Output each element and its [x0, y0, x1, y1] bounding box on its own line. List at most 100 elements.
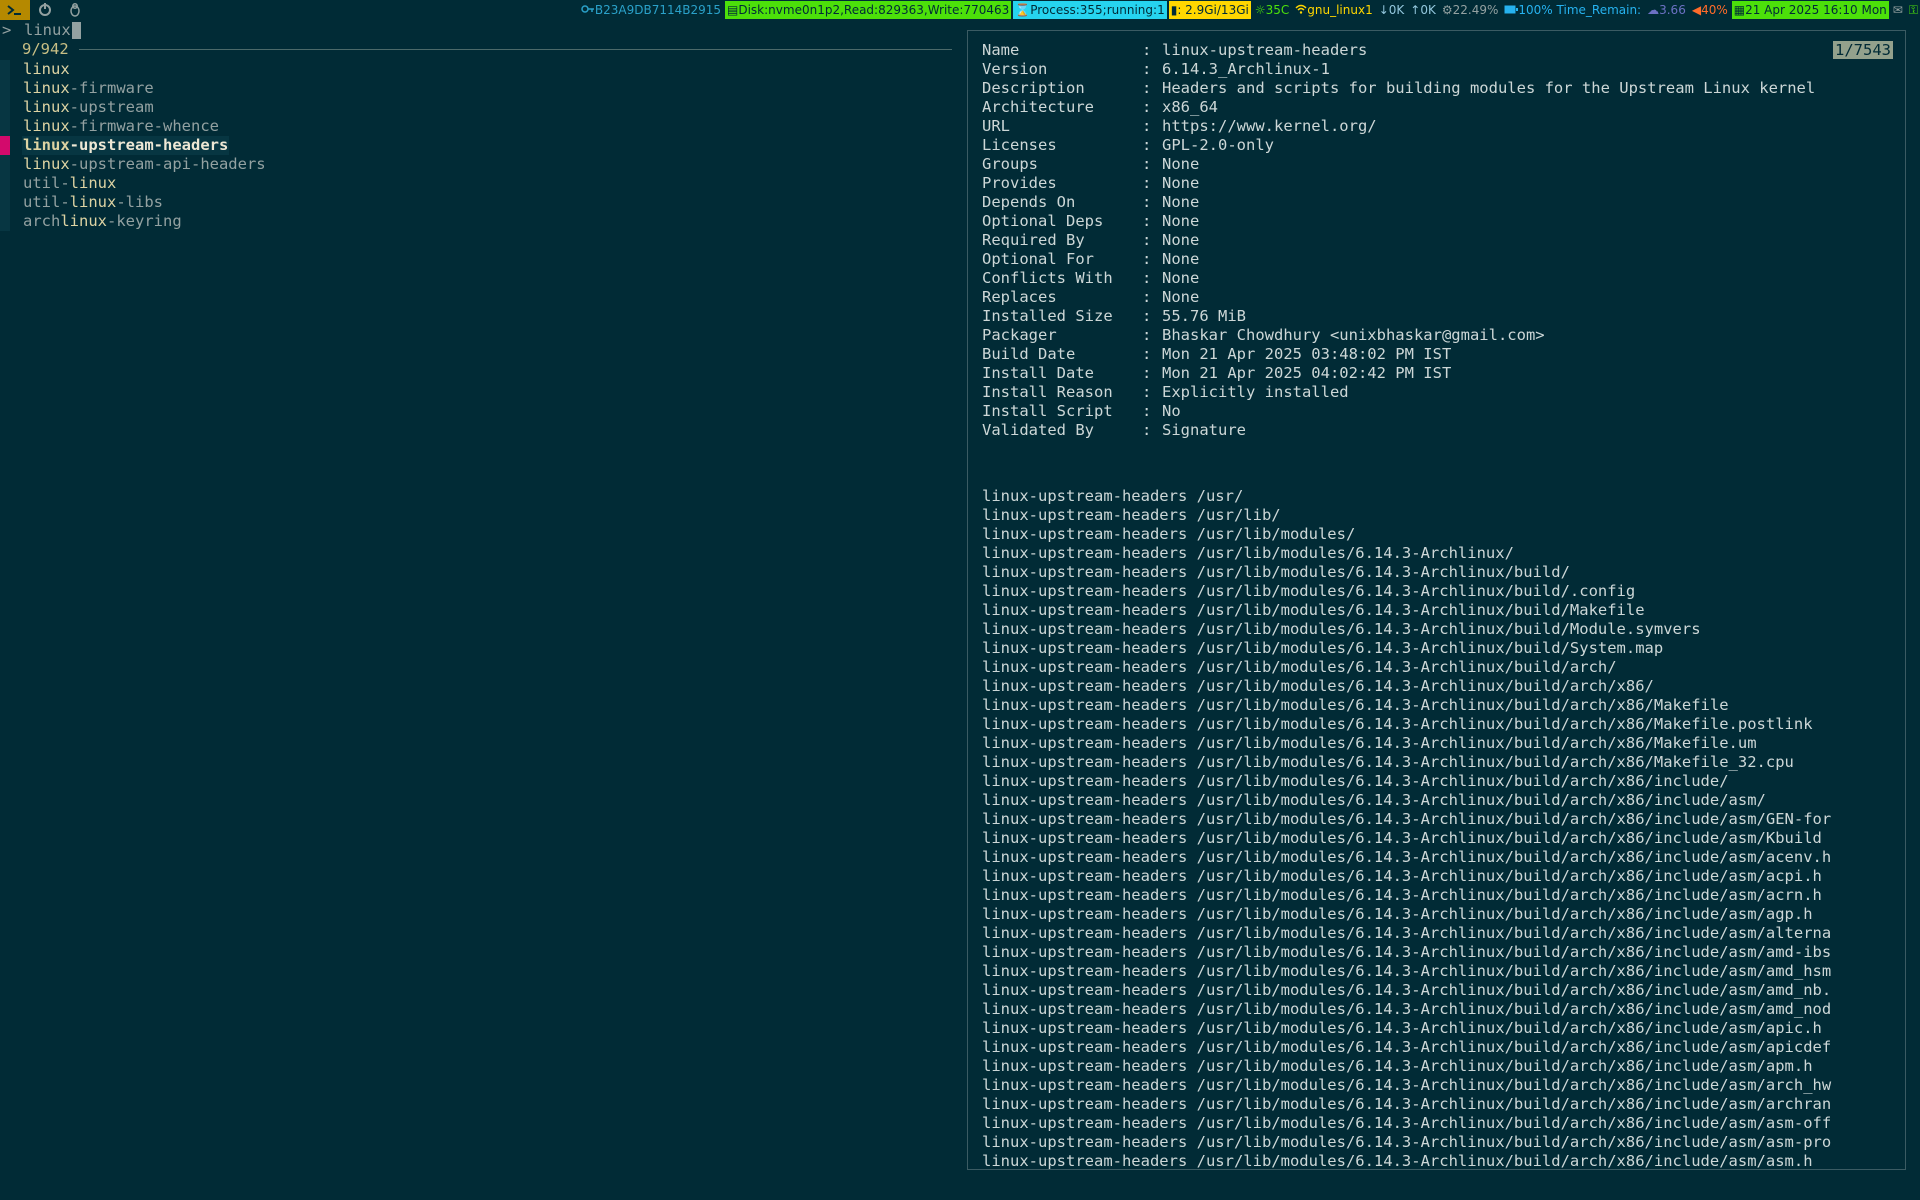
result-label: linux-firmware-whence [22, 117, 220, 136]
file-entry: linux-upstream-headers /usr/lib/modules/… [982, 772, 1729, 790]
info-row: Installed Size:55.76 MiB [982, 307, 1815, 326]
info-row: Install Date: Mon 21 Apr 2025 04:02:42 PM… [982, 364, 1815, 383]
result-suffix: -upstream-api-headers [69, 155, 266, 173]
process-icon: ⌛ [1015, 3, 1031, 17]
battery-icon [1504, 3, 1519, 17]
wifi-segment: gnu_linux1 [1293, 1, 1374, 19]
lock-icon[interactable]: ⚿ [1907, 1, 1920, 19]
result-item[interactable]: archlinux-keyring [0, 212, 267, 231]
calendar-icon: ▦ [1733, 3, 1746, 17]
result-gutter [0, 98, 10, 117]
info-value: linux-upstream-headers [1162, 41, 1368, 59]
search-prompt[interactable]: > linux [0, 21, 81, 40]
info-row: Optional Deps: None [982, 212, 1815, 231]
result-gutter [0, 155, 10, 174]
file-entry: linux-upstream-headers /usr/lib/modules/… [982, 1095, 1832, 1113]
result-match: linux [23, 60, 70, 78]
load-icon: ☁ [1647, 3, 1660, 17]
info-value: 55.76 MiB [1162, 307, 1246, 325]
result-suffix: -firmware-whence [69, 117, 219, 135]
result-label: linux-upstream-api-headers [22, 155, 267, 174]
file-entry: linux-upstream-headers /usr/lib/modules/ [982, 525, 1356, 543]
info-row: Packager: Bhaskar Chowdhury <unixbhaskar@… [982, 326, 1815, 345]
result-suffix: -firmware [69, 79, 154, 97]
result-item[interactable]: linux-upstream-headers [0, 136, 267, 155]
package-file-list: linux-upstream-headers /usr/linux-upstre… [982, 487, 1894, 1169]
info-key: Depends On [982, 193, 1076, 211]
result-match: linux [23, 79, 70, 97]
cpu-segment: ⚙ 22.49% [1440, 1, 1501, 19]
disk-text: Disk:nvme0n1p2,Read:829363,Write:770463 [738, 3, 1010, 17]
result-item[interactable]: util-linux-libs [0, 193, 267, 212]
info-value: Bhaskar Chowdhury <unixbhaskar@gmail.com… [1162, 326, 1545, 344]
file-entry: linux-upstream-headers /usr/ [982, 487, 1244, 505]
wifi-icon [1295, 3, 1307, 17]
file-entry: linux-upstream-headers /usr/lib/modules/… [982, 677, 1654, 695]
info-row: Optional For: None [982, 250, 1815, 269]
datetime-text: 21 Apr 2025 16:10 Mon [1745, 3, 1887, 17]
file-entry: linux-upstream-headers /usr/lib/modules/… [982, 1133, 1832, 1151]
result-item[interactable]: util-linux [0, 174, 267, 193]
info-separator: : [1142, 288, 1152, 306]
file-entry: linux-upstream-headers /usr/lib/modules/… [982, 639, 1664, 657]
info-row: URL: https://www.kernel.org/ [982, 117, 1815, 136]
file-entry: linux-upstream-headers /usr/lib/modules/… [982, 943, 1832, 961]
search-input[interactable]: linux [24, 21, 71, 40]
info-key: Installed Size [982, 307, 1113, 325]
load-segment: ☁ 3.66 [1645, 1, 1688, 19]
result-item[interactable]: linux-firmware [0, 79, 267, 98]
divider [78, 49, 952, 50]
info-separator: : [1142, 421, 1152, 439]
file-entry: linux-upstream-headers /usr/lib/modules/… [982, 1076, 1832, 1094]
result-item[interactable]: linux-firmware-whence [0, 117, 267, 136]
result-item[interactable]: linux [0, 60, 267, 79]
result-match: linux [60, 212, 107, 230]
info-separator: : [1142, 345, 1152, 363]
info-key: Optional Deps [982, 212, 1104, 230]
info-separator: : [1142, 79, 1152, 97]
info-key: URL [982, 117, 1010, 135]
wifi-ssid: gnu_linux1 [1307, 3, 1373, 17]
disk-icon: ▤ [727, 3, 739, 17]
text-cursor [71, 22, 81, 39]
file-entry: linux-upstream-headers /usr/lib/modules/… [982, 810, 1832, 828]
result-label: util-linux-libs [22, 193, 164, 212]
result-label: archlinux-keyring [22, 212, 183, 231]
info-separator: : [1142, 383, 1152, 401]
result-suffix: -keyring [107, 212, 182, 230]
file-entry: linux-upstream-headers /usr/lib/modules/… [982, 1000, 1832, 1018]
tux-icon[interactable] [60, 0, 90, 20]
info-separator: : [1142, 402, 1152, 420]
info-separator: : [1142, 98, 1152, 116]
result-item[interactable]: linux-upstream-api-headers [0, 155, 267, 174]
info-value: None [1162, 269, 1200, 287]
result-label: linux-upstream [22, 98, 155, 117]
info-separator: : [1142, 269, 1152, 287]
info-key: Install Script [982, 402, 1113, 420]
volume-segment[interactable]: ◀ 40% [1690, 1, 1730, 19]
result-item[interactable]: linux-upstream [0, 98, 267, 117]
speaker-icon: ◀ [1691, 3, 1702, 17]
file-entry: linux-upstream-headers /usr/lib/modules/… [982, 601, 1645, 619]
info-separator: : [1142, 307, 1152, 325]
file-entry: linux-upstream-headers /usr/lib/modules/… [982, 829, 1822, 847]
preview-pane[interactable]: Name: linux-upstream-headers Version:6.14.… [967, 30, 1906, 1170]
power-icon[interactable] [30, 0, 60, 20]
network-down-segment: ↓ 0K [1377, 1, 1407, 19]
terminal-icon[interactable] [0, 0, 30, 20]
mail-icon[interactable]: ✉ [1891, 1, 1905, 19]
info-key: Replaces [982, 288, 1057, 306]
info-row: Name: linux-upstream-headers [982, 41, 1815, 60]
info-value: 6.14.3_Archlinux-1 [1162, 60, 1330, 78]
info-separator: : [1142, 326, 1152, 344]
info-separator: : [1142, 231, 1152, 249]
datetime-segment[interactable]: ▦ 21 Apr 2025 16:10 Mon [1731, 1, 1889, 19]
result-gutter [0, 60, 10, 79]
result-match: linux [23, 98, 70, 116]
statusbar-left [0, 0, 90, 20]
info-row: Build Date: Mon 21 Apr 2025 03:48:02 PM I… [982, 345, 1815, 364]
info-row: Validated By: Signature [982, 421, 1815, 440]
file-entry: linux-upstream-headers /usr/lib/modules/… [982, 962, 1832, 980]
info-separator: : [1142, 60, 1152, 78]
file-entry: linux-upstream-headers /usr/lib/modules/… [982, 848, 1832, 866]
